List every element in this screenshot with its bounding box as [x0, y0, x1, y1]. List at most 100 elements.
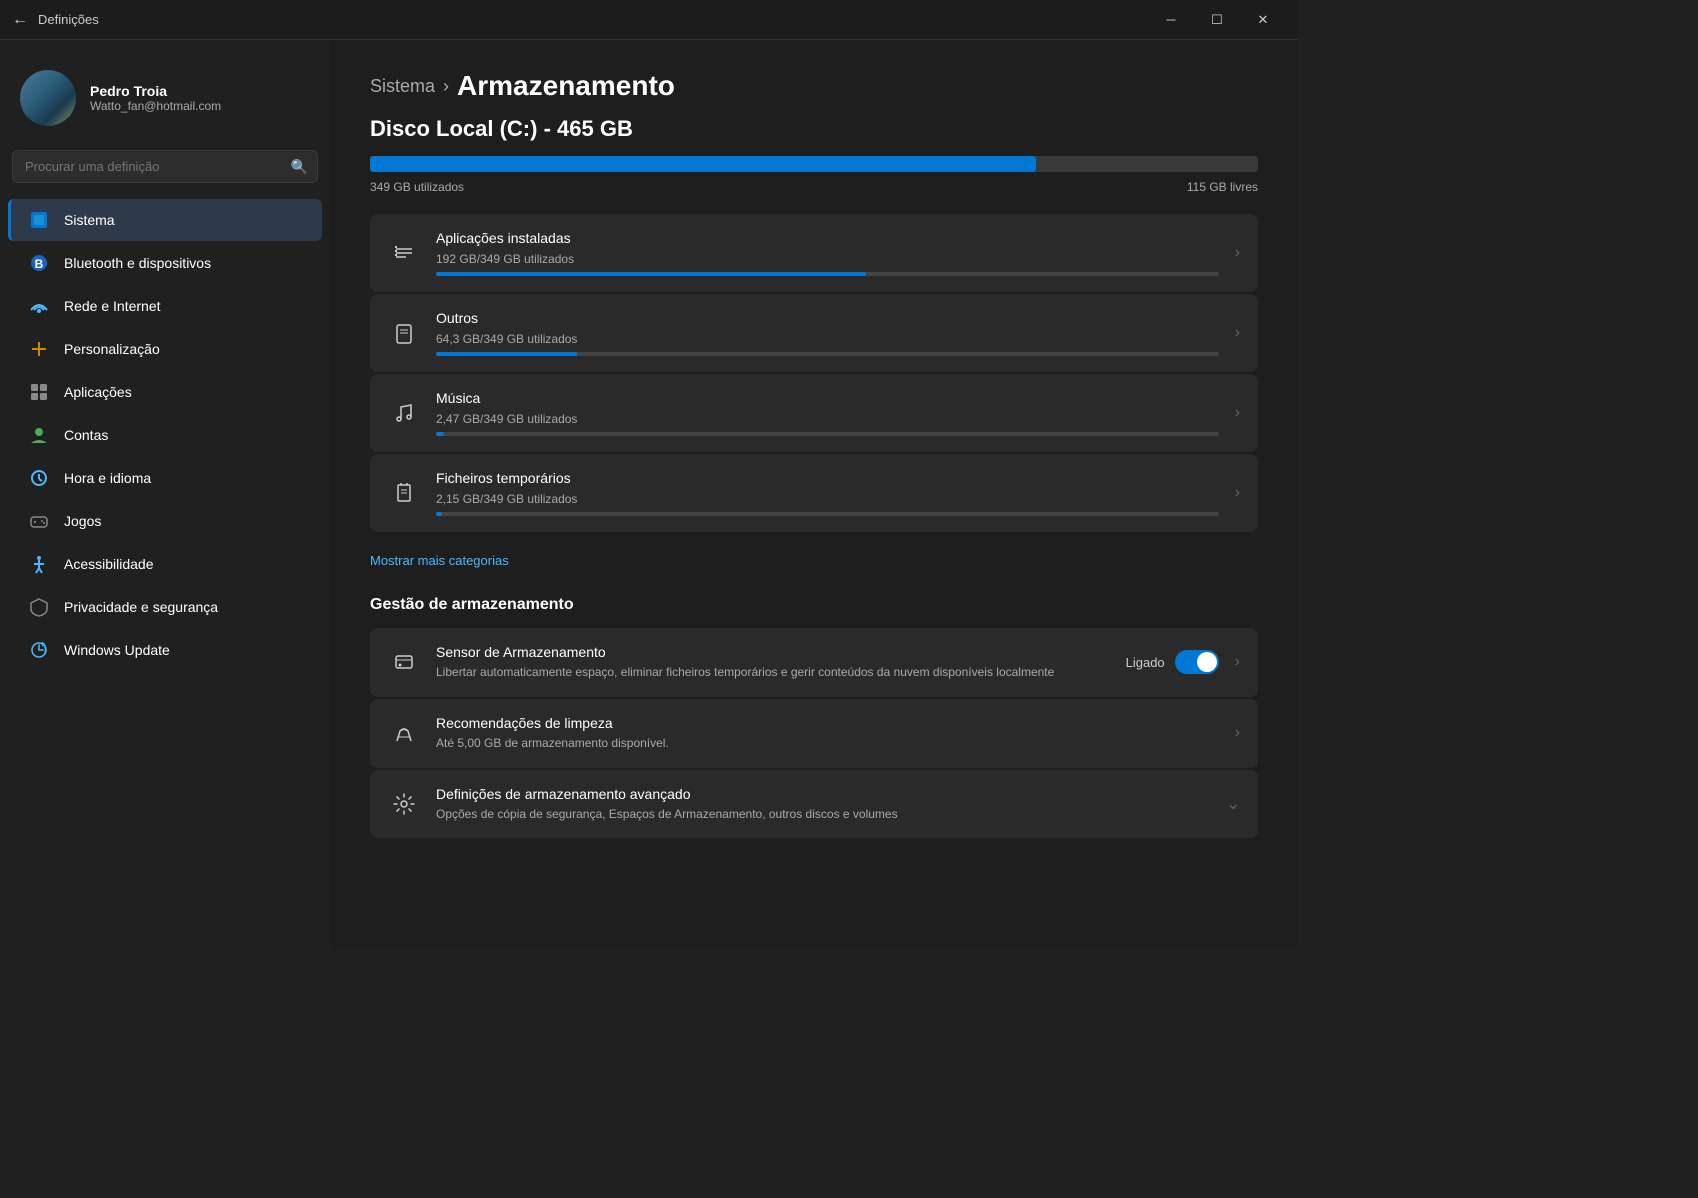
- management-section-title: Gestão de armazenamento: [370, 596, 1258, 614]
- mgmt-info-limpeza: Recomendações de limpeza Até 5,00 GB de …: [436, 715, 1219, 752]
- mgmt-name-sensor: Sensor de Armazenamento: [436, 644, 1110, 660]
- apps-icon: [388, 237, 420, 269]
- cat-bar-fill-musica: [436, 432, 444, 436]
- toggle-sensor[interactable]: [1175, 650, 1219, 674]
- sidebar-item-hora[interactable]: Hora e idioma: [8, 457, 322, 499]
- mgmt-desc-sensor: Libertar automaticamente espaço, elimina…: [436, 664, 1110, 681]
- breadcrumb-current: Armazenamento: [457, 70, 675, 102]
- acessibilidade-icon: [28, 553, 50, 575]
- user-profile: Pedro Troia Watto_fan@hotmail.com: [0, 60, 330, 150]
- cat-bar-track-outros: [436, 352, 1219, 356]
- search-box: 🔍: [12, 150, 318, 183]
- sidebar-item-personalizacao[interactable]: Personalização: [8, 328, 322, 370]
- sidebar-item-privacidade[interactable]: Privacidade e segurança: [8, 586, 322, 628]
- sidebar-item-contas[interactable]: Contas: [8, 414, 322, 456]
- storage-labels: 349 GB utilizados 115 GB livres: [370, 180, 1258, 194]
- category-size-outros: 64,3 GB/349 GB utilizados: [436, 332, 1219, 346]
- category-info-musica: Música 2,47 GB/349 GB utilizados: [436, 390, 1219, 436]
- storage-used-label: 349 GB utilizados: [370, 180, 464, 194]
- sidebar-item-windows-update[interactable]: Windows Update: [8, 629, 322, 671]
- back-button[interactable]: ←: [12, 11, 28, 29]
- category-info-apps: Aplicações instaladas 192 GB/349 GB util…: [436, 230, 1219, 276]
- maximize-button[interactable]: ☐: [1194, 0, 1240, 40]
- avancado-icon: [388, 788, 420, 820]
- chevron-right-temp: ›: [1235, 484, 1240, 502]
- category-name-temp: Ficheiros temporários: [436, 470, 1219, 486]
- mgmt-desc-limpeza: Até 5,00 GB de armazenamento disponível.: [436, 735, 1219, 752]
- cat-bar-fill-temp: [436, 512, 442, 516]
- sidebar-item-sistema[interactable]: Sistema: [8, 199, 322, 241]
- category-item-temp[interactable]: Ficheiros temporários 2,15 GB/349 GB uti…: [370, 454, 1258, 532]
- breadcrumb-separator: ›: [443, 76, 449, 97]
- sidebar-nav: Sistema B Bluetooth e dispositivos: [0, 199, 330, 671]
- toggle-knob-sensor: [1197, 652, 1217, 672]
- breadcrumb-parent[interactable]: Sistema: [370, 76, 435, 97]
- sidebar-item-label-windows-update: Windows Update: [64, 642, 170, 658]
- category-name-musica: Música: [436, 390, 1219, 406]
- category-name-apps: Aplicações instaladas: [436, 230, 1219, 246]
- mgmt-name-limpeza: Recomendações de limpeza: [436, 715, 1219, 731]
- titlebar-title: Definições: [38, 12, 99, 27]
- sidebar-item-aplicacoes[interactable]: Aplicações: [8, 371, 322, 413]
- sidebar-item-label-bluetooth: Bluetooth e dispositivos: [64, 255, 211, 271]
- disk-title: Disco Local (C:) - 465 GB: [370, 116, 1258, 142]
- mgmt-item-limpeza[interactable]: Recomendações de limpeza Até 5,00 GB de …: [370, 699, 1258, 768]
- sidebar-item-rede[interactable]: Rede e Internet: [8, 285, 322, 327]
- titlebar-controls: ─ ☐ ✕: [1148, 0, 1286, 40]
- category-item-apps[interactable]: Aplicações instaladas 192 GB/349 GB util…: [370, 214, 1258, 292]
- sidebar-item-label-contas: Contas: [64, 427, 108, 443]
- hora-icon: [28, 467, 50, 489]
- sidebar-item-label-rede: Rede e Internet: [64, 298, 161, 314]
- category-item-outros[interactable]: Outros 64,3 GB/349 GB utilizados ›: [370, 294, 1258, 372]
- chevron-right-sensor: ›: [1235, 653, 1240, 671]
- chevron-right-apps: ›: [1235, 244, 1240, 262]
- sidebar-item-bluetooth[interactable]: B Bluetooth e dispositivos: [8, 242, 322, 284]
- category-size-musica: 2,47 GB/349 GB utilizados: [436, 412, 1219, 426]
- category-name-outros: Outros: [436, 310, 1219, 326]
- sidebar-item-jogos[interactable]: Jogos: [8, 500, 322, 542]
- chevron-right-avancado: ⌄: [1227, 794, 1240, 814]
- minimize-button[interactable]: ─: [1148, 0, 1194, 40]
- close-button[interactable]: ✕: [1240, 0, 1286, 40]
- avatar: [20, 70, 76, 126]
- category-item-musica[interactable]: Música 2,47 GB/349 GB utilizados ›: [370, 374, 1258, 452]
- storage-bar-container: [370, 156, 1258, 172]
- search-icon: 🔍: [291, 158, 308, 175]
- sidebar-item-acessibilidade[interactable]: Acessibilidade: [8, 543, 322, 585]
- rede-icon: [28, 295, 50, 317]
- cat-bar-track-apps: [436, 272, 1219, 276]
- aplicacoes-icon: [28, 381, 50, 403]
- user-info: Pedro Troia Watto_fan@hotmail.com: [90, 83, 221, 113]
- mgmt-desc-avancado: Opções de cópia de segurança, Espaços de…: [436, 806, 1211, 823]
- outros-icon: [388, 317, 420, 349]
- temp-icon: [388, 477, 420, 509]
- sidebar-item-label-hora: Hora e idioma: [64, 470, 151, 486]
- cat-bar-track-temp: [436, 512, 1219, 516]
- titlebar: ← Definições ─ ☐ ✕: [0, 0, 1298, 40]
- mgmt-info-avancado: Definições de armazenamento avançado Opç…: [436, 786, 1211, 823]
- toggle-label-sensor: Ligado: [1126, 655, 1165, 670]
- sidebar-item-label-sistema: Sistema: [64, 212, 115, 228]
- storage-free-label: 115 GB livres: [1187, 180, 1258, 194]
- mgmt-item-avancado[interactable]: Definições de armazenamento avançado Opç…: [370, 770, 1258, 839]
- user-email: Watto_fan@hotmail.com: [90, 99, 221, 113]
- category-info-outros: Outros 64,3 GB/349 GB utilizados: [436, 310, 1219, 356]
- sidebar-item-label-aplicacoes: Aplicações: [64, 384, 132, 400]
- musica-icon: [388, 397, 420, 429]
- category-list: Aplicações instaladas 192 GB/349 GB util…: [370, 214, 1258, 532]
- chevron-right-musica: ›: [1235, 404, 1240, 422]
- personalizacao-icon: [28, 338, 50, 360]
- mgmt-item-sensor[interactable]: Sensor de Armazenamento Libertar automat…: [370, 628, 1258, 697]
- mgmt-name-avancado: Definições de armazenamento avançado: [436, 786, 1211, 802]
- category-info-temp: Ficheiros temporários 2,15 GB/349 GB uti…: [436, 470, 1219, 516]
- sensor-icon: [388, 646, 420, 678]
- content-area: Sistema › Armazenamento Disco Local (C:)…: [330, 40, 1298, 950]
- chevron-right-outros: ›: [1235, 324, 1240, 342]
- sistema-icon: [28, 209, 50, 231]
- sidebar: Pedro Troia Watto_fan@hotmail.com 🔍 Sist…: [0, 40, 330, 950]
- sidebar-item-label-acessibilidade: Acessibilidade: [64, 556, 154, 572]
- search-input[interactable]: [12, 150, 318, 183]
- show-more-link[interactable]: Mostrar mais categorias: [370, 553, 509, 568]
- mgmt-info-sensor: Sensor de Armazenamento Libertar automat…: [436, 644, 1110, 681]
- toggle-wrap-sensor: Ligado: [1126, 650, 1219, 674]
